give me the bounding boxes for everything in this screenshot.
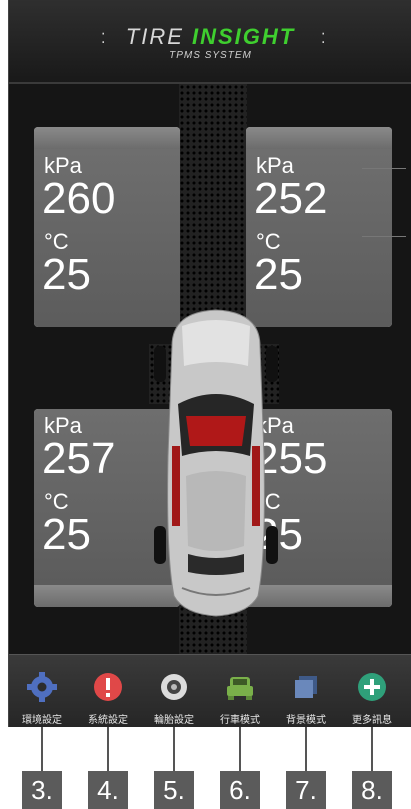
temp-value: 25 [254, 250, 303, 299]
card-top-bar [246, 127, 392, 149]
temp-value: 25 [42, 510, 91, 559]
callout-6: 6. [220, 771, 260, 809]
callout-5: 5. [154, 771, 194, 809]
callout-3: 3. [22, 771, 62, 809]
logo-subtitle: TPMS SYSTEM [169, 50, 252, 61]
pressure-value: 260 [42, 174, 116, 223]
callout-8: 8. [352, 771, 392, 809]
temp-value: 25 [42, 250, 91, 299]
callout-connector [107, 727, 109, 771]
nav-background-mode[interactable]: 背景模式 [273, 655, 339, 727]
car-top-view-icon [154, 309, 278, 617]
tire-icon [161, 674, 187, 700]
nav-tire-settings[interactable]: 輪胎設定 [141, 655, 207, 727]
gear-icon [27, 672, 57, 702]
pressure-value: 252 [254, 174, 328, 223]
callout-connector [173, 727, 175, 771]
tire-card-front-left[interactable]: kPa 260 °C 25 [34, 127, 180, 327]
bottom-nav: 環境設定 系統設定 輪胎設定 行車模式 背景模式 更多訊息 [9, 654, 411, 727]
app-header: ⁚ TIRE INSIGHT TPMS SYSTEM ⁚ [9, 0, 411, 84]
nav-label: 背景模式 [286, 715, 326, 726]
logo-text-highlight: INSIGHT [192, 24, 296, 49]
pressure-value: 257 [42, 434, 116, 483]
plus-icon [358, 673, 386, 701]
card-top-bar [34, 127, 180, 149]
annotation-line [362, 236, 406, 237]
nav-label: 行車模式 [220, 715, 260, 726]
callout-connector [41, 727, 43, 771]
tire-card-front-right[interactable]: kPa 252 °C 25 [246, 127, 392, 327]
nav-environment-settings[interactable]: 環境設定 [9, 655, 75, 727]
callout-7: 7. [286, 771, 326, 809]
callout-connector [239, 727, 241, 771]
alert-icon [94, 673, 122, 701]
logo-text: TIRE [125, 24, 192, 49]
callout-connector [371, 727, 373, 771]
app-logo: TIRE INSIGHT [9, 24, 411, 50]
nav-drive-mode[interactable]: 行車模式 [207, 655, 273, 727]
car-icon [227, 677, 253, 700]
callout-connector [305, 727, 307, 771]
nav-system-settings[interactable]: 系統設定 [75, 655, 141, 727]
right-dots-icon: ⁚ [321, 30, 326, 46]
nav-label: 更多訊息 [352, 715, 392, 726]
layers-icon [295, 676, 317, 698]
nav-label: 輪胎設定 [154, 715, 194, 726]
nav-label: 系統設定 [88, 715, 128, 726]
nav-label: 環境設定 [22, 715, 62, 726]
app-screen: ⁚ TIRE INSIGHT TPMS SYSTEM ⁚ kPa 260 °C … [8, 0, 411, 727]
tire-dashboard: kPa 260 °C 25 kPa 252 °C 25 kPa 257 °C 2… [9, 84, 411, 654]
nav-more-info[interactable]: 更多訊息 [339, 655, 405, 727]
callout-4: 4. [88, 771, 128, 809]
annotation-line [362, 168, 406, 169]
